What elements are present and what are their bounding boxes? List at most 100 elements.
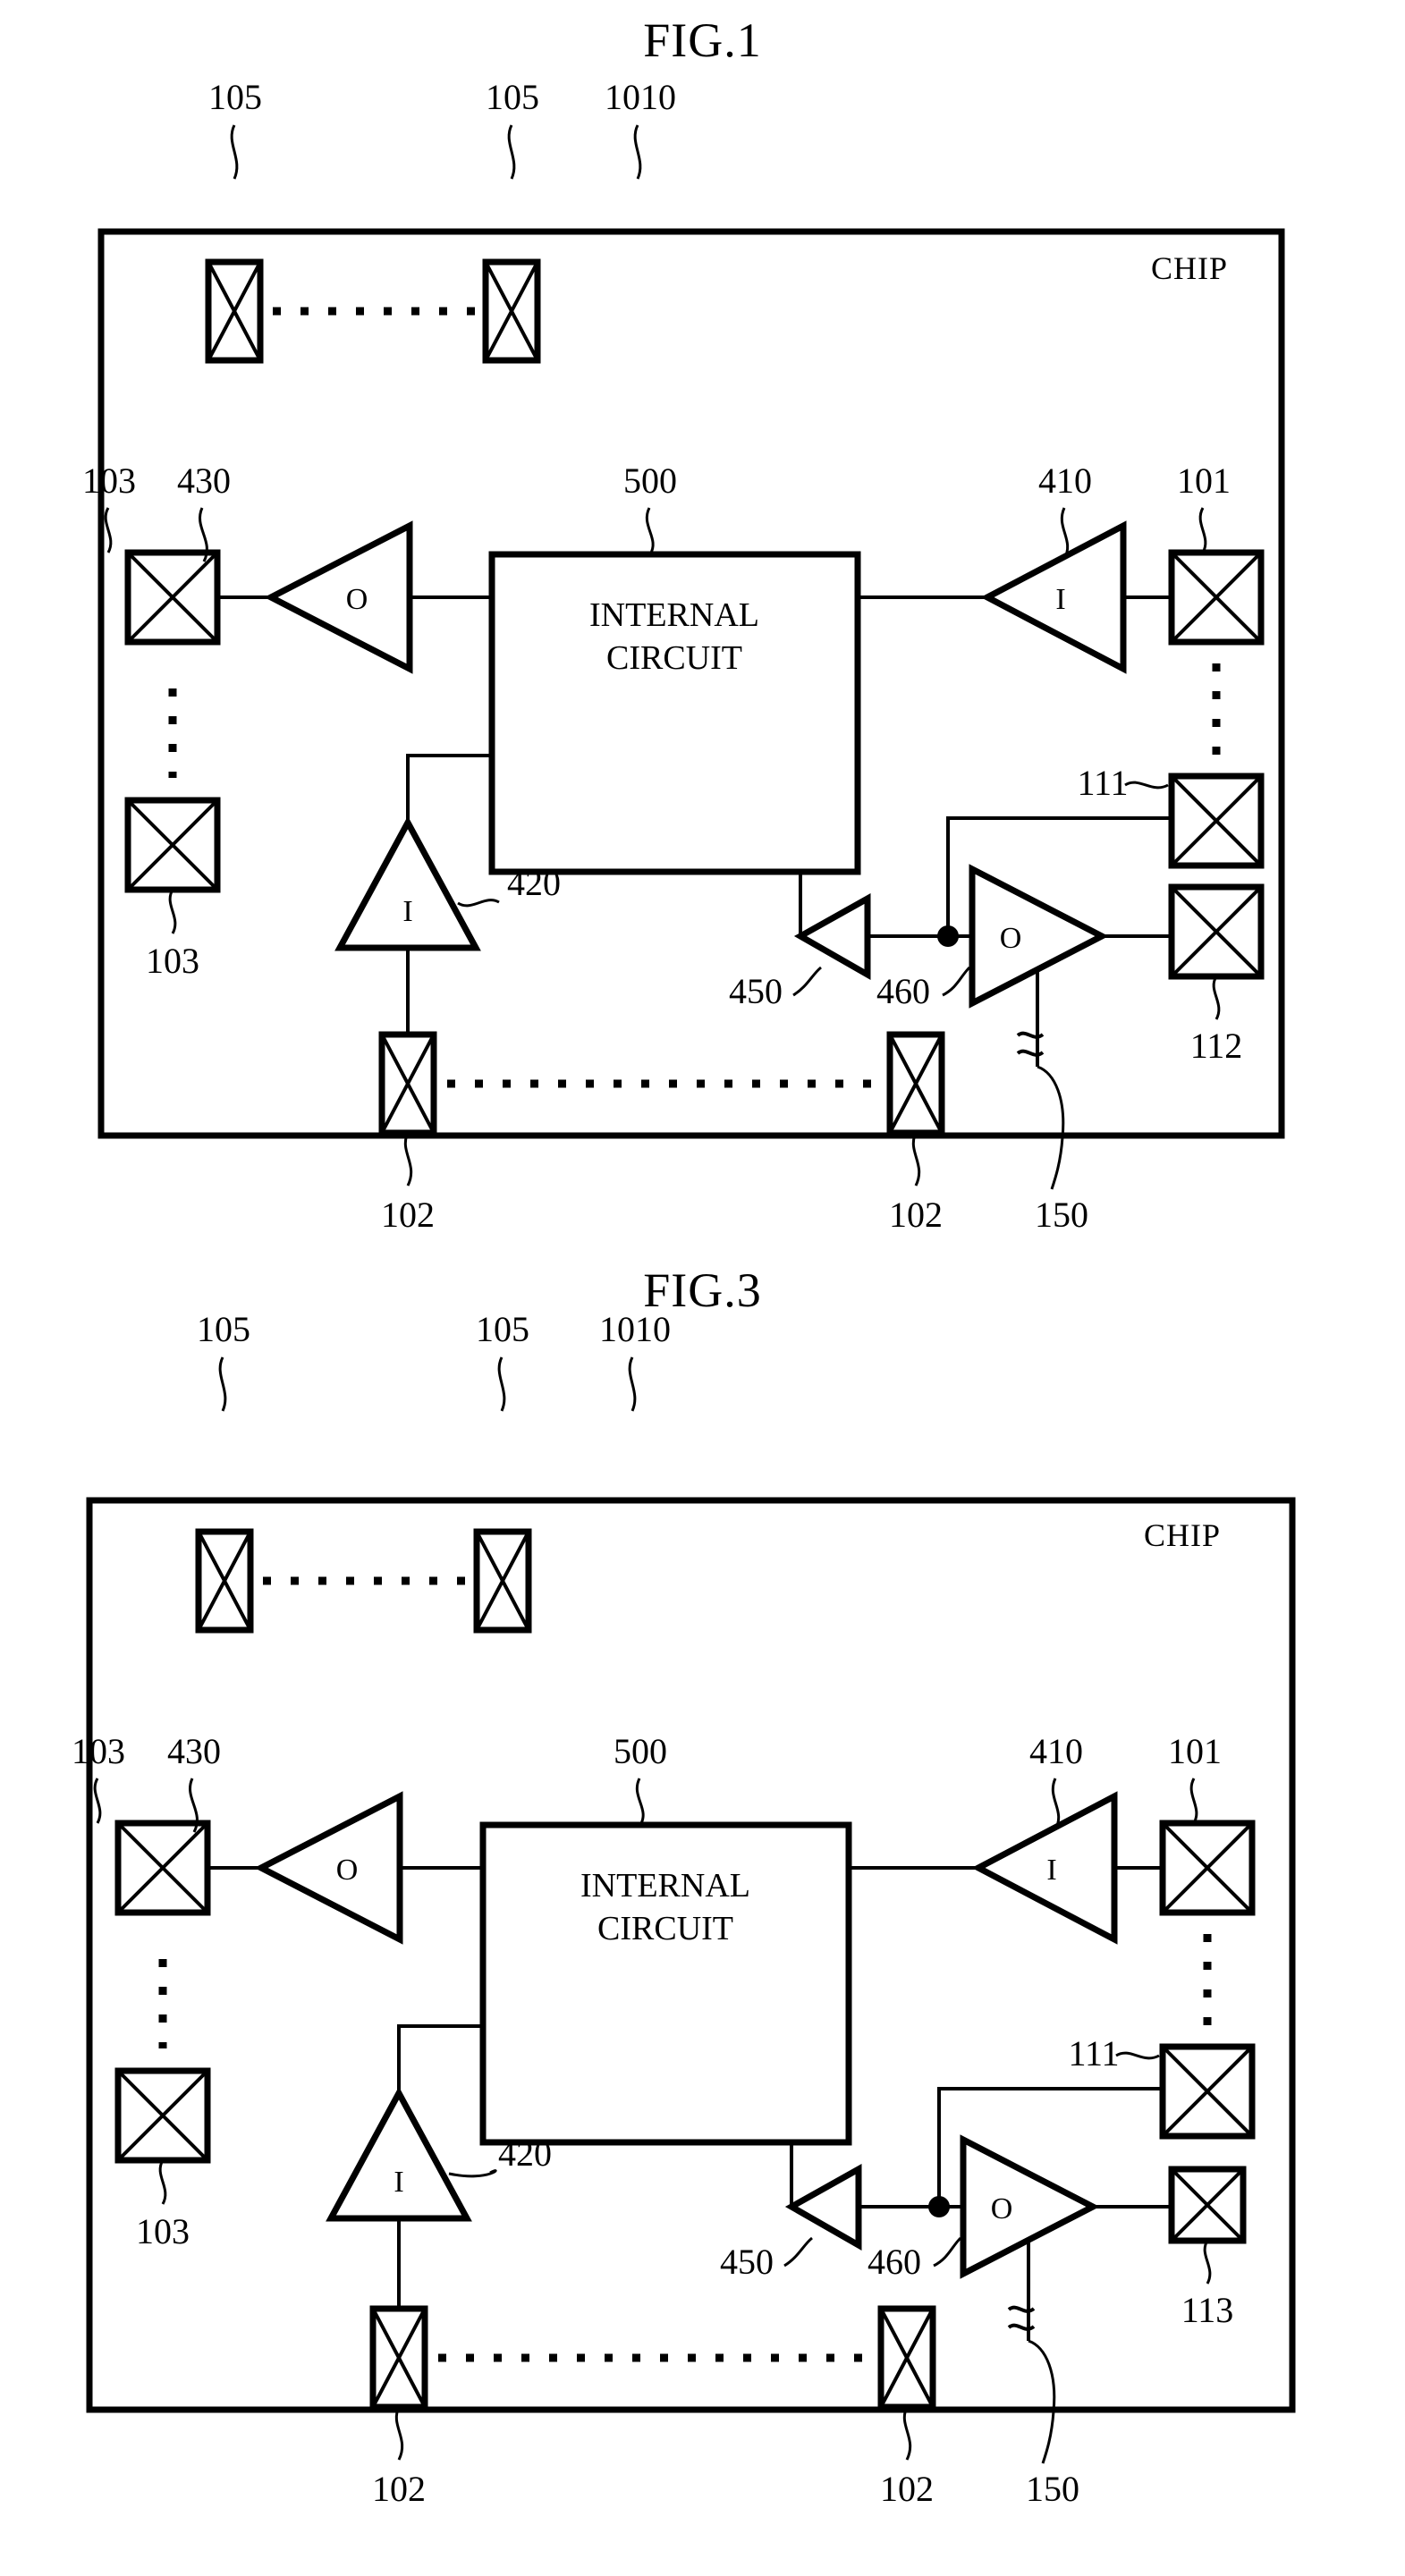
- leader-112: [1212, 976, 1221, 1020]
- leader-105-right: [497, 1356, 506, 1412]
- amplifier-460-symbol: O: [991, 2192, 1013, 2225]
- pad-103-top: [114, 1820, 211, 1916]
- ref-105-right-label: 105: [476, 1309, 529, 1349]
- leader-420: [457, 899, 500, 908]
- ref-105-left-label: 105: [197, 1309, 250, 1349]
- figure-3-diagram: 105 105 1010 CHIP 103 430 500 410 101 O …: [72, 1309, 1296, 2509]
- ref-150-label: 150: [1026, 2469, 1079, 2509]
- amplifier-450: [784, 2164, 862, 2251]
- amplifier-420-symbol: I: [402, 895, 412, 928]
- leader-1010: [628, 1356, 637, 1412]
- chip-boundary: [86, 1497, 1296, 2413]
- leader-410: [1060, 507, 1070, 560]
- leader-102-left: [403, 1132, 413, 1187]
- pad-102-left: [378, 1031, 437, 1136]
- ref-1010-label: 1010: [605, 77, 676, 117]
- ref-101-label: 101: [1168, 1731, 1222, 1771]
- pad-105-left: [195, 1528, 254, 1634]
- leader-103-top: [104, 507, 113, 553]
- leader-150: [1037, 1065, 1065, 1190]
- leader-460: [933, 2236, 962, 2268]
- pad-103-bottom: [124, 797, 221, 893]
- ref-460-label: 460: [876, 971, 930, 1011]
- amplifier-430: O: [254, 1791, 403, 1945]
- leader-102-right: [911, 1132, 921, 1187]
- chip-label: CHIP: [1151, 250, 1228, 286]
- pad-102-left: [369, 2305, 428, 2411]
- pad-111: [1159, 2043, 1256, 2140]
- amplifier-410: I: [980, 520, 1127, 674]
- internal-circuit-line1: INTERNAL: [580, 1867, 750, 1905]
- internal-circuit-block: INTERNAL CIRCUIT: [479, 1821, 852, 2146]
- pad-102-right: [877, 2305, 936, 2411]
- ref-103-bottom-label: 103: [136, 2211, 190, 2251]
- amplifier-450: [793, 893, 871, 981]
- leader-103-bottom: [168, 889, 177, 934]
- chip-label: CHIP: [1144, 1517, 1221, 1553]
- leader-500: [635, 1778, 645, 1826]
- chip-boundary: [97, 228, 1285, 1139]
- ref-450-label: 450: [729, 971, 783, 1011]
- ref-430-label: 430: [167, 1731, 221, 1771]
- ref-500-label: 500: [623, 460, 677, 501]
- ref-111-label: 111: [1068, 2033, 1119, 2073]
- amplifier-410-symbol: I: [1046, 1854, 1056, 1887]
- ref-150-label: 150: [1035, 1195, 1088, 1235]
- pad-101: [1168, 549, 1265, 646]
- leader-102-left: [394, 2406, 404, 2461]
- leader-103-bottom: [158, 2159, 167, 2205]
- internal-circuit-line2: CIRCUIT: [606, 639, 742, 677]
- amplifier-430: O: [264, 520, 413, 674]
- ref-113-label: 113: [1181, 2290, 1234, 2330]
- ref-1010-label: 1010: [599, 1309, 671, 1349]
- leader-450: [783, 2236, 813, 2268]
- amplifier-430-symbol: O: [336, 1854, 359, 1887]
- ref-460-label: 460: [868, 2242, 921, 2282]
- ref-102-right-label: 102: [889, 1195, 943, 1235]
- leader-450: [792, 966, 822, 997]
- leader-102-right: [902, 2406, 912, 2461]
- pad-113: [1168, 2166, 1247, 2244]
- ref-410-label: 410: [1029, 1731, 1083, 1771]
- ref-420-label: 420: [498, 2133, 552, 2174]
- ref-103-top-label: 103: [82, 460, 136, 501]
- amplifier-430-symbol: O: [346, 583, 368, 616]
- figure-3: FIG.3 105 105 1010 CHIP 103 430 500 410 …: [0, 1252, 1405, 2576]
- wire-internal-to-420: [406, 754, 492, 823]
- leader-111: [1115, 2051, 1160, 2060]
- internal-circuit-line1: INTERNAL: [589, 596, 759, 634]
- pad-112: [1168, 883, 1265, 980]
- ref-111-label: 111: [1077, 763, 1128, 803]
- ref-112-label: 112: [1190, 1026, 1243, 1066]
- pad-103-bottom: [114, 2067, 211, 2164]
- wire-internal-to-450: [799, 870, 858, 936]
- leader-105-left: [218, 1356, 227, 1412]
- pad-105-left: [205, 258, 264, 364]
- amplifier-460-symbol: O: [1000, 922, 1022, 955]
- leader-420: [448, 2169, 497, 2178]
- pad-105-right: [473, 1528, 532, 1634]
- ref-410-label: 410: [1038, 460, 1092, 501]
- leader-500: [645, 507, 655, 555]
- leader-101: [1189, 1778, 1198, 1824]
- leader-101: [1198, 507, 1207, 553]
- ref-430-label: 430: [177, 460, 231, 501]
- ref-102-left-label: 102: [381, 1195, 435, 1235]
- leader-103-top: [93, 1778, 102, 1824]
- internal-circuit-block: INTERNAL CIRCUIT: [488, 551, 861, 875]
- ref-105-left-label: 105: [208, 77, 262, 117]
- ref-103-bottom-label: 103: [146, 941, 199, 981]
- leader-105-right: [507, 124, 516, 180]
- ref-102-left-label: 102: [372, 2469, 426, 2509]
- leader-105-left: [230, 124, 239, 180]
- ref-420-label: 420: [507, 863, 561, 903]
- pad-102-right: [886, 1031, 945, 1136]
- amplifier-410: I: [971, 1791, 1118, 1945]
- figure-1-diagram: 105 105 1010 CHIP 103 430 500 410 101 O …: [82, 77, 1285, 1235]
- ref-500-label: 500: [614, 1731, 667, 1771]
- leader-111: [1124, 781, 1169, 790]
- pad-101: [1159, 1820, 1256, 1916]
- internal-circuit-line2: CIRCUIT: [597, 1910, 733, 1947]
- leader-410: [1051, 1778, 1061, 1830]
- ref-102-right-label: 102: [880, 2469, 934, 2509]
